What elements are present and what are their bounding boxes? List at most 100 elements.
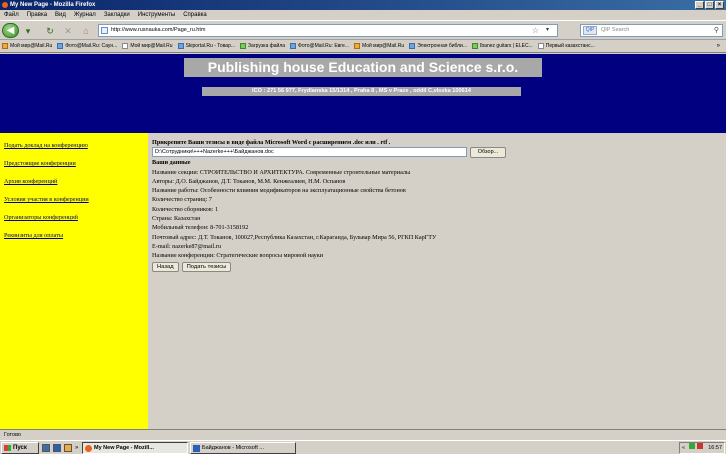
menu-view[interactable]: Вид [55,10,66,20]
mail-ru-icon [2,43,8,49]
file-path-input[interactable]: D:\Сотрудники\+++Nazerke+++\Байджанов.do… [152,147,467,158]
navigation-toolbar: ◀ ▾ ↻ ✕ ⌂ http://www.rusnauka.com/Page_r… [0,20,726,40]
back-arrow-icon[interactable]: ◀ [2,23,19,38]
taskbar: Пуск » My New Page - Mozill... Байджанов… [0,440,726,454]
bookmark-item[interactable]: Первый казахстанс... [537,43,595,49]
bookmark-item[interactable]: Мой мир@Mail.Ru [2,43,52,49]
sidebar-link-submit-report[interactable]: Подать доклад на конференцию [4,142,148,160]
window-titlebar: My New Page - Mozilla Firefox _ □ × [0,0,726,10]
photo-icon [57,43,64,49]
windows-flag-icon [4,445,11,451]
back-button[interactable]: Назад [152,261,179,272]
search-engine-icon[interactable]: QIP [583,26,597,35]
address-bar[interactable]: http://www.rusnauka.com/Page_ru.htm ☆ ▾ [98,24,558,37]
bookmark-item[interactable]: Мой мир@Mail.Ru [353,43,404,49]
quicklaunch-desktop-icon[interactable] [42,444,50,452]
photo-icon [290,43,297,49]
sidebar-link-organizers[interactable]: Организаторы конференций [4,214,148,232]
detail-collections: Количество сборников: 1 [152,205,219,213]
site-header: Publishing house Education and Science s… [0,54,726,130]
close-button[interactable]: × [715,1,724,9]
menu-history[interactable]: Журнал [74,10,96,20]
bookmark-item[interactable]: Электронная библи... [409,43,467,49]
maximize-button[interactable]: □ [705,1,714,9]
firefox-icon [2,2,8,8]
bookmark-item[interactable]: Фото@Mail.Ru: Евге... [290,43,349,49]
guitar-icon [472,43,479,49]
upload-instruction: Прикрепите Ваши тезисы в виде файла Micr… [152,139,391,146]
quicklaunch-chevron[interactable]: » [75,442,78,454]
page-icon [537,43,544,49]
word-icon [193,445,200,452]
bookmark-item[interactable]: Skiportal.Ru - Товар... [177,43,235,49]
form-buttons: Назад Подать тезисы [152,261,726,272]
detail-email: E-mail: nazerke87@mail.ru [152,242,221,250]
bookmark-item[interactable]: Мой мир@Mail.Ru [122,43,173,49]
clock[interactable]: 16:57 [708,443,722,453]
window-title: My New Page - Mozilla Firefox [10,2,96,8]
system-tray: « 16:57 [679,442,725,454]
search-icon[interactable]: ⚲ [714,25,719,36]
bookmarks-toolbar: Мой мир@Mail.Ru Фото@Mail.Ru: Саун... Мо… [0,40,726,53]
menu-bar: Файл Правка Вид Журнал Закладки Инструме… [0,10,726,20]
search-box[interactable]: QIP QIP Search ⚲ [580,24,723,37]
bookmark-item[interactable]: Ibanez guitars | ELEC... [472,43,533,49]
submit-theses-button[interactable]: Подать тезисы [181,261,232,272]
sidebar-link-payment[interactable]: Реквизиты для оплаты [4,232,148,250]
detail-address: Почтовый адрес: Д.Т. Токанов, 100027,Рес… [152,233,437,241]
browse-button[interactable]: Обзор... [470,147,506,159]
firefox-icon [85,445,92,452]
status-text: Готово [4,432,21,438]
page-icon [101,27,108,34]
bookmarks-overflow-chevron[interactable]: » [717,40,720,52]
download-icon [240,43,247,49]
address-dropdown-icon[interactable]: ▾ [546,25,549,36]
quicklaunch-ie-icon[interactable] [53,444,61,452]
window-controls: _ □ × [695,1,724,9]
file-upload-row: D:\Сотрудники\+++Nazerke+++\Байджанов.do… [152,147,726,159]
minimize-button[interactable]: _ [695,1,704,9]
taskbar-word[interactable]: Байджанов - Microsoft ... [190,442,296,454]
sidebar-link-archive[interactable]: Архив конференций [4,178,148,196]
menu-help[interactable]: Справка [183,10,207,20]
tray-expand[interactable]: « [682,445,685,451]
search-placeholder: QIP Search [601,27,630,33]
mail-ru-icon [353,43,360,49]
start-label: Пуск [13,445,27,451]
quicklaunch-folder-icon[interactable] [64,444,72,452]
bookmark-star-icon[interactable]: ☆ [532,25,539,36]
status-bar: Готово [0,429,726,440]
home-icon[interactable]: ⌂ [80,25,92,37]
reload-icon[interactable]: ↻ [44,25,56,37]
menu-edit[interactable]: Правка [27,10,47,20]
skiportal-icon [177,43,184,49]
detail-section: Название секции: СТРОИТЕЛЬСТВО И АРХИТЕК… [152,168,411,176]
site-title: Publishing house Education and Science s… [184,58,542,77]
detail-country: Страна: Казахстан [152,215,201,223]
submission-form: Прикрепите Ваши тезисы в виде файла Micr… [148,130,726,429]
menu-bookmarks[interactable]: Закладки [104,10,130,20]
detail-pages: Количество страниц: 7 [152,196,212,204]
tray-app-icon[interactable] [688,443,695,449]
menu-tools[interactable]: Инструменты [138,10,175,20]
tray-antivirus-icon[interactable] [697,443,704,449]
your-data-heading: Ваши данные [152,159,191,167]
detail-authors: Авторы: Д.О. Байджанов, Д.Т. Токанов, М.… [152,177,346,185]
address-url: http://www.rusnauka.com/Page_ru.htm [111,27,206,33]
bookmark-item[interactable]: Загрузка файла [240,43,285,49]
sidebar-nav: Подать доклад на конференцию Предстоящие… [0,130,148,429]
stop-icon[interactable]: ✕ [62,25,74,37]
page-icon [122,43,129,49]
detail-phone: Мобильный телефон: 8-701-3158192 [152,224,249,232]
detail-conference: Название конференции: Стратегические воп… [152,252,324,260]
page-viewport: Publishing house Education and Science s… [0,54,726,429]
menu-file[interactable]: Файл [4,10,19,20]
dropdown-history-icon[interactable]: ▾ [22,25,34,37]
taskbar-firefox[interactable]: My New Page - Mozill... [82,442,188,454]
bookmark-item[interactable]: Фото@Mail.Ru: Саун... [57,43,117,49]
sidebar-link-conditions[interactable]: Условия участия в конференции [4,196,148,214]
site-subtitle: ICO : 271 56 977, Frydlanska 15/1314 , P… [202,87,521,96]
detail-work-title: Название работы: Особенности влияния мод… [152,187,406,195]
sidebar-link-upcoming[interactable]: Предстоящие конференции [4,160,148,178]
start-button[interactable]: Пуск [1,442,39,454]
